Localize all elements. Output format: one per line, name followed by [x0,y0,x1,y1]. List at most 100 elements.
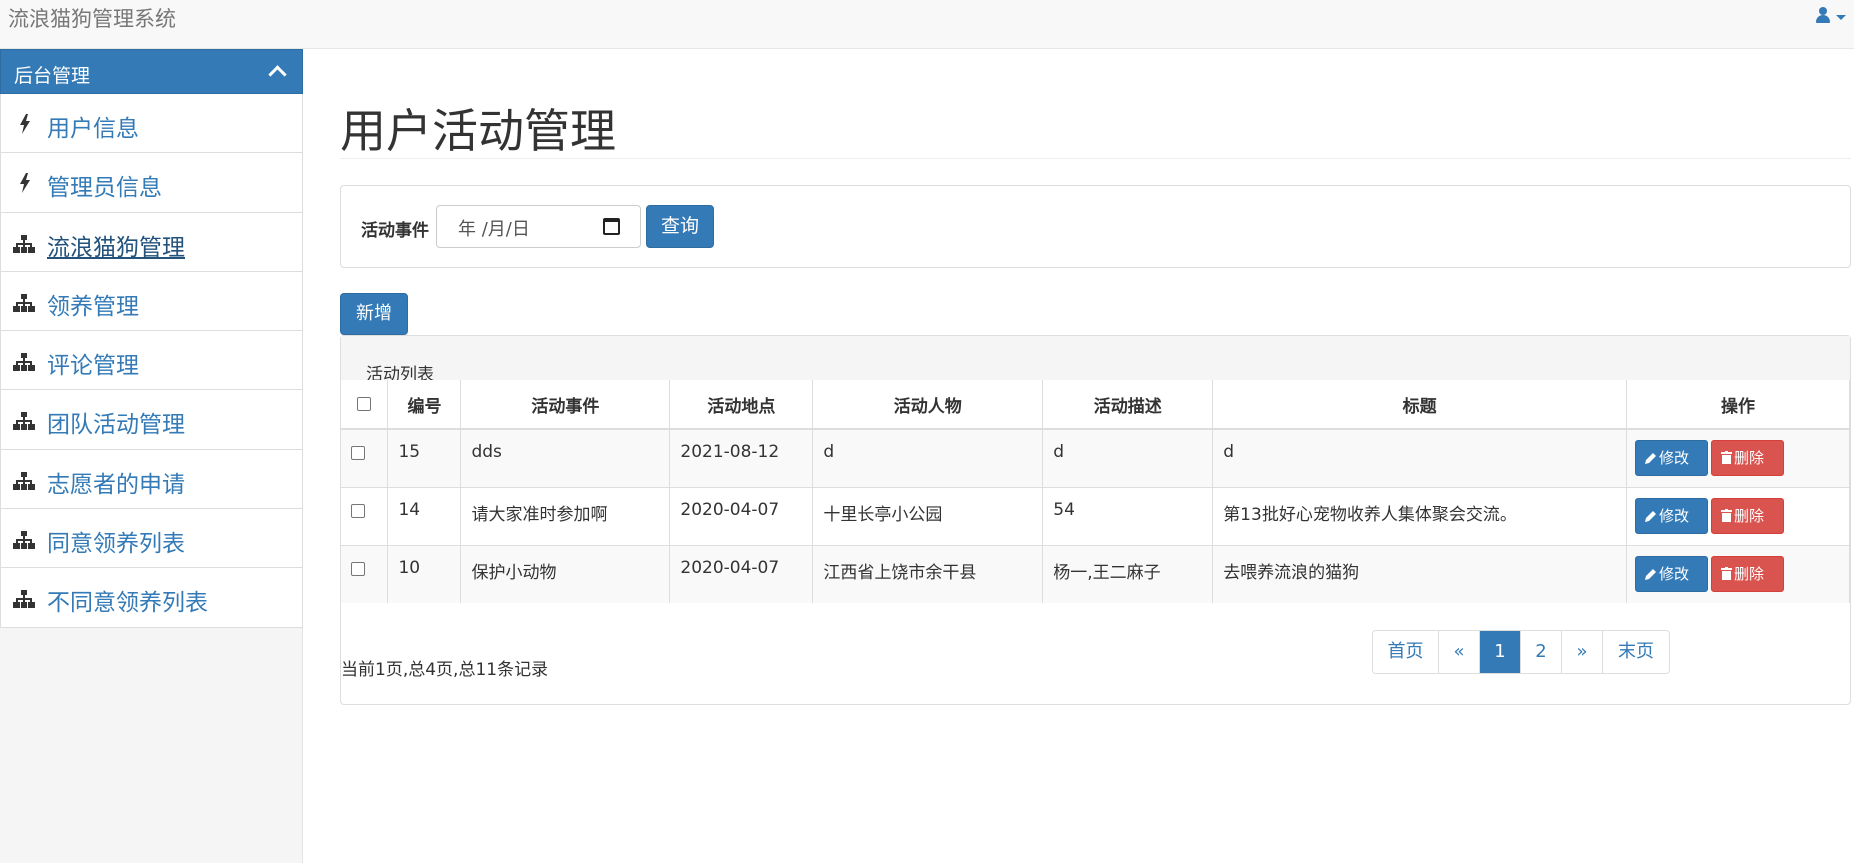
calendar-icon[interactable] [603,218,620,235]
sidebar-item-user-info[interactable]: 用户信息 [0,94,303,154]
sidebar-header[interactable]: 后台管理 [0,49,303,94]
sidebar-item-label: 不同意领养列表 [47,590,208,617]
bolt-icon [19,114,31,134]
sidebar-item-adoption[interactable]: 领养管理 [0,271,303,332]
app-title[interactable]: 流浪猫狗管理系统 [8,3,176,33]
next-page-button[interactable]: » [1562,631,1603,673]
delete-button[interactable]: 删除 [1711,497,1785,534]
sidebar-item-label: 领养管理 [47,293,139,320]
sidebar-item-rejected-adoptions[interactable]: 不同意领养列表 [0,568,303,628]
cell-actions: 修改 删除 [1626,428,1850,487]
date-placeholder: 年 /月/日 [458,219,530,240]
cell-title: 第13批好心宠物收养人集体聚会交流。 [1212,486,1628,545]
sidebar-item-stray-pets[interactable]: 流浪猫狗管理 [0,212,303,272]
sidebar-item-label: 同意领养列表 [47,531,185,558]
list-heading: 活动列表 [341,336,1850,385]
sidebar-item-label: 团队活动管理 [47,412,185,439]
user-icon [1816,4,1830,24]
sidebar-item-team-activities[interactable]: 团队活动管理 [0,390,303,450]
activity-table: 编号 活动事件 活动地点 活动人物 活动描述 标题 操作 15 dds 2021… [341,380,1850,603]
pagination: 首页 « 1 2 » 末页 [1372,630,1670,674]
select-all-checkbox[interactable] [357,396,372,411]
sidebar-item-approved-adoptions[interactable]: 同意领养列表 [0,509,303,569]
sidebar-item-admin-info[interactable]: 管理员信息 [0,153,303,213]
sitemap-icon [13,471,35,490]
sidebar-item-label: 管理员信息 [47,175,162,202]
column-header: 活动事件 [460,380,671,430]
delete-button[interactable]: 删除 [1711,555,1785,592]
edit-button[interactable]: 修改 [1635,440,1709,476]
row-select-cell [341,428,389,487]
row-select-cell [341,486,389,545]
delete-label: 删除 [1734,449,1765,467]
sidebar: 后台管理 用户信息 管理员信息 流浪猫狗管理 领养管理 评论管理 团队活动管理 [0,49,303,863]
sidebar-item-label: 流浪猫狗管理 [47,234,185,261]
trash-icon [1721,566,1733,580]
cell-event: dds [460,428,671,487]
edit-label: 修改 [1659,506,1690,525]
sidebar-header-title: 后台管理 [14,65,91,87]
sitemap-icon [13,412,35,431]
table-header-row: 编号 活动事件 活动地点 活动人物 活动描述 标题 操作 [341,380,1850,430]
search-panel: 活动事件 年 /月/日 查询 [340,185,1851,268]
cell-id: 15 [387,428,462,487]
delete-label: 删除 [1734,564,1765,583]
sidebar-item-label: 评论管理 [47,353,139,380]
query-button[interactable]: 查询 [646,205,714,248]
sitemap-icon [13,293,35,312]
cell-person: 江西省上饶市余干县 [812,544,1044,603]
date-input[interactable]: 年 /月/日 [436,205,641,248]
cell-event: 保护小动物 [460,544,671,603]
add-button[interactable]: 新增 [340,293,408,335]
cell-id: 14 [387,486,462,545]
edit-button[interactable]: 修改 [1635,497,1709,534]
sidebar-item-label: 志愿者的申请 [47,471,185,498]
cell-person: 十里长亭小公园 [812,486,1044,545]
cell-person: d [812,428,1044,487]
page-title: 用户活动管理 [340,104,616,158]
select-all-cell [341,380,389,430]
cell-title: 去喂养流浪的猫狗 [1212,544,1628,603]
row-checkbox[interactable] [351,561,365,576]
column-header: 标题 [1212,380,1628,430]
cell-desc: d [1042,428,1214,487]
sidebar-item-volunteer-applications[interactable]: 志愿者的申请 [0,449,303,510]
pencil-icon [1645,510,1657,522]
sidebar-item-label: 用户信息 [47,116,139,142]
cell-desc: 54 [1042,486,1214,545]
sitemap-icon [13,234,35,253]
top-navbar: 流浪猫狗管理系统 [0,0,1854,49]
bolt-icon [19,173,31,194]
first-page-button[interactable]: 首页 [1373,631,1439,673]
column-header: 编号 [387,380,462,430]
delete-button[interactable]: 删除 [1711,440,1785,476]
row-checkbox[interactable] [351,503,365,518]
last-page-button[interactable]: 末页 [1603,631,1669,673]
cell-actions: 修改 删除 [1626,486,1850,545]
chevron-up-icon[interactable] [268,65,287,84]
page-1-button[interactable]: 1 [1480,631,1521,673]
row-select-cell [341,544,389,603]
table-row: 10 保护小动物 2020-04-07 江西省上饶市余干县 杨一,王二麻子 去喂… [341,544,1850,603]
table-row: 14 请大家准时参加啊 2020-04-07 十里长亭小公园 54 第13批好心… [341,486,1850,545]
edit-label: 修改 [1659,564,1690,583]
column-header: 操作 [1626,380,1850,430]
sidebar-item-comments[interactable]: 评论管理 [0,331,303,391]
sitemap-icon [13,590,35,609]
table-row: 15 dds 2021-08-12 d d d 修改 删除 [341,428,1850,487]
page-2-button[interactable]: 2 [1521,631,1562,673]
cell-actions: 修改 删除 [1626,544,1850,603]
cell-desc: 杨一,王二麻子 [1042,544,1214,603]
cell-event: 请大家准时参加啊 [460,486,671,545]
column-header: 活动描述 [1042,380,1214,430]
prev-page-button[interactable]: « [1439,631,1480,673]
cell-id: 10 [387,544,462,603]
row-checkbox[interactable] [351,446,365,460]
user-menu[interactable] [1814,4,1854,28]
pencil-icon [1645,453,1657,464]
edit-label: 修改 [1659,449,1690,467]
search-label: 活动事件 [361,221,429,241]
edit-button[interactable]: 修改 [1635,555,1709,592]
column-header: 活动地点 [669,380,814,430]
sitemap-icon [13,531,35,550]
